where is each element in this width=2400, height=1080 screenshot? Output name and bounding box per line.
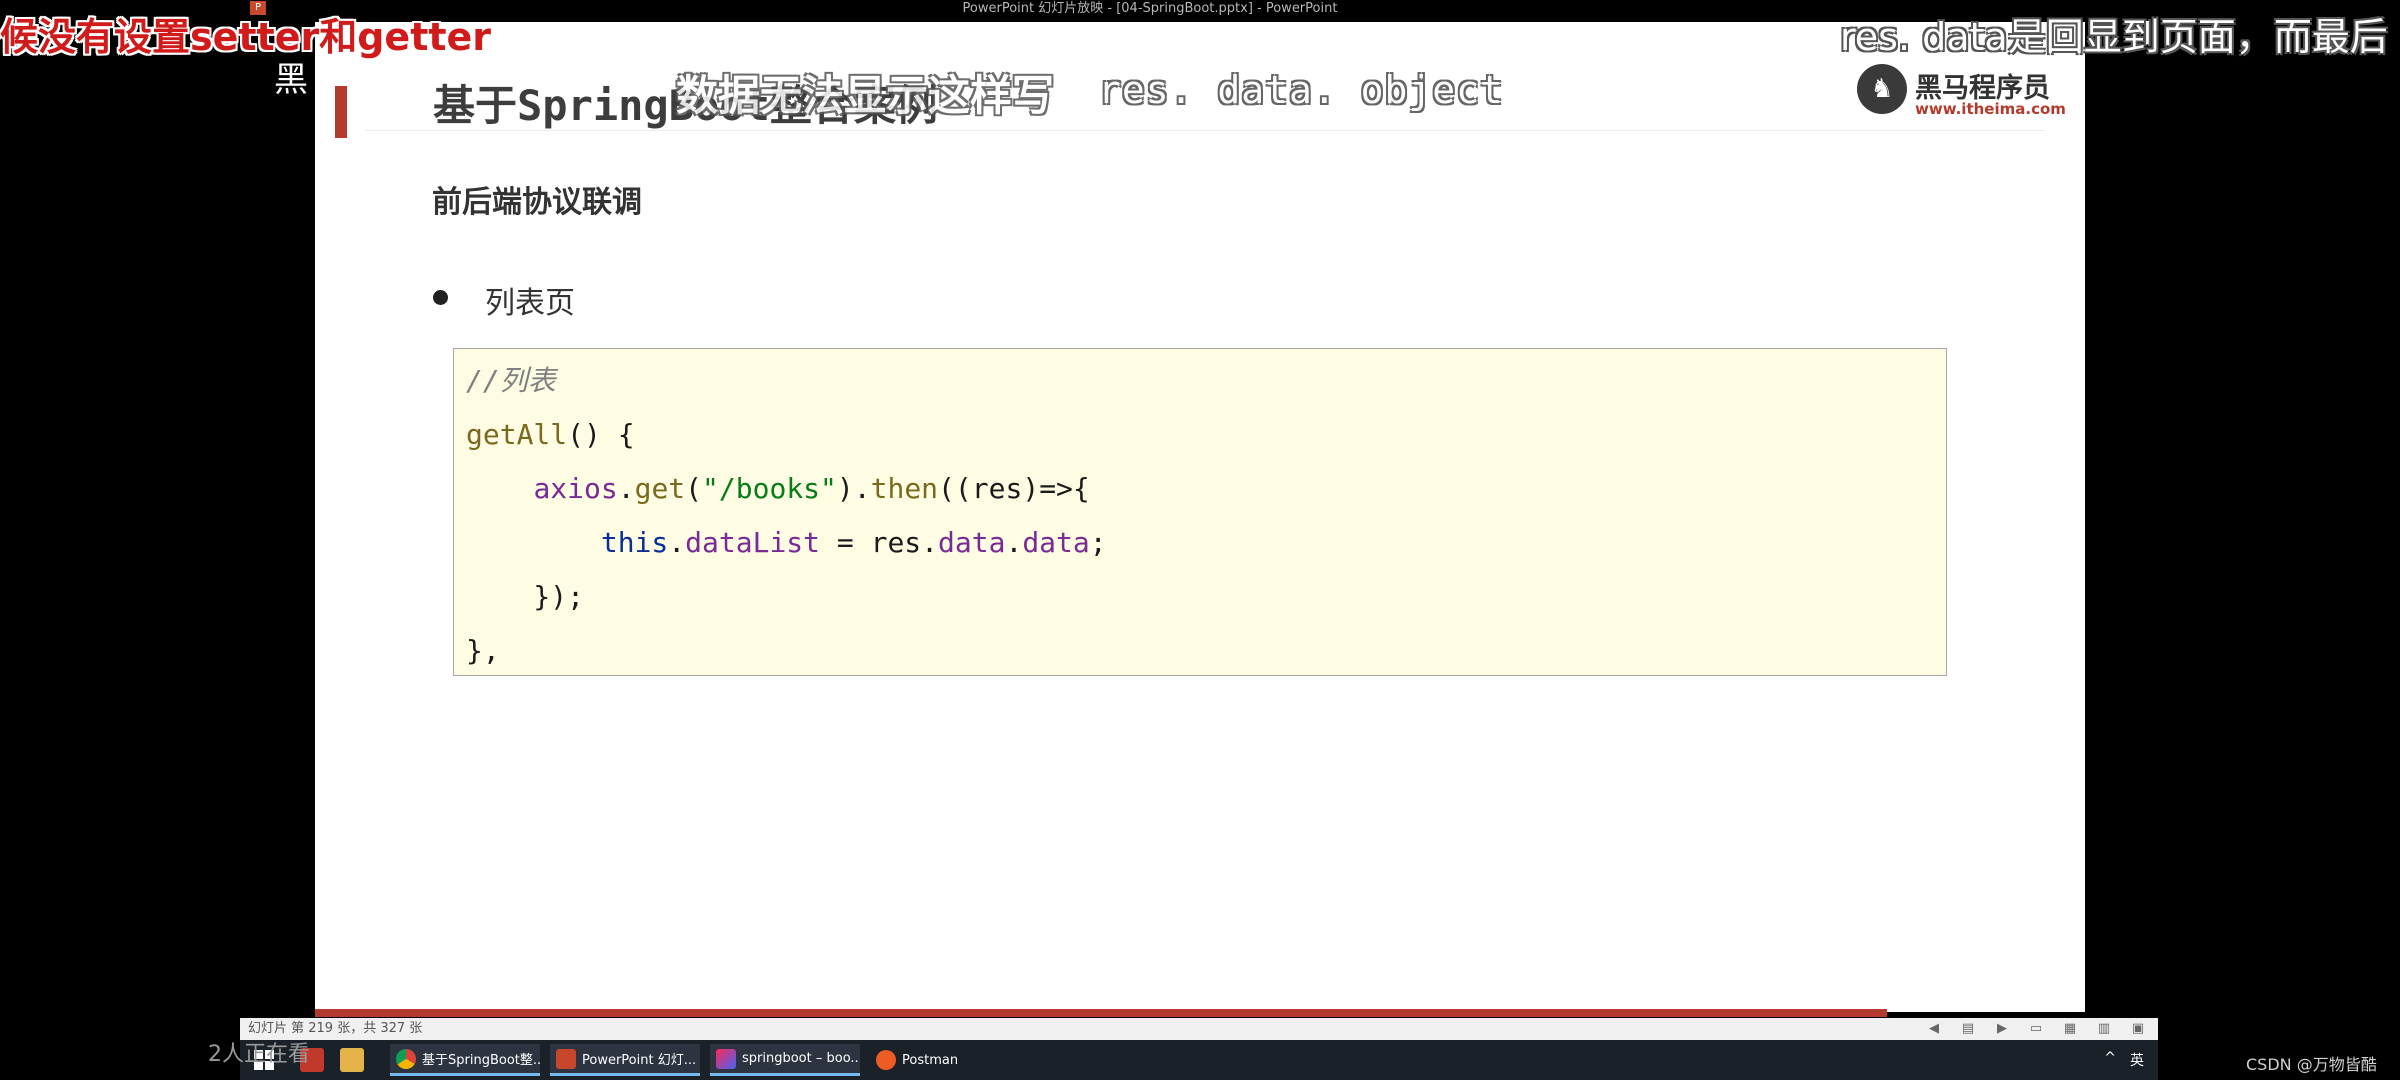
code-block: //列表 getAll() { axios.get("/books").then…: [453, 348, 1947, 676]
taskbar-item-label: Postman: [902, 1052, 959, 1068]
code-token: .: [668, 526, 686, 559]
caption-red: 候没有设置setter和getter: [0, 15, 492, 59]
reading-view-icon[interactable]: ▥: [2096, 1018, 2112, 1040]
taskbar-item-label: 基于SpringBoot整...: [422, 1053, 540, 1068]
code-token: ((res)=>{: [938, 472, 1090, 505]
slideshow-view-icon[interactable]: ▣: [2130, 1018, 2146, 1040]
code-token: then: [870, 472, 939, 505]
code-token: () {: [567, 418, 635, 451]
code-token: get: [634, 472, 686, 505]
code-line-close-then: });: [466, 580, 585, 613]
code-line-getall: getAll() {: [466, 417, 635, 453]
code-token: ).: [836, 472, 871, 505]
chevron-up-icon[interactable]: ^: [2104, 1050, 2116, 1070]
caption-res-data: res. data. object: [1098, 68, 1504, 112]
taskbar-item-intellij[interactable]: springboot – boo...: [710, 1044, 860, 1076]
bullet-text: 列表页: [485, 286, 575, 321]
code-token: (: [685, 472, 703, 505]
slide-progress-bar: [315, 1009, 1887, 1017]
bullet-dot-icon: [433, 290, 448, 305]
windows-taskbar: 基于SpringBoot整... PowerPoint 幻灯... spring…: [240, 1040, 2158, 1080]
input-language[interactable]: 英: [2130, 1050, 2144, 1070]
code-token: dataList: [685, 526, 821, 559]
caption-middle: 数据无法显示这样写: [676, 71, 1055, 120]
viewer-count: 2人正在看: [208, 1042, 310, 1067]
code-token: data: [1022, 526, 1090, 559]
next-slide-icon[interactable]: ▶: [1994, 1018, 2010, 1040]
postman-icon: [876, 1050, 896, 1070]
title-accent-bar: [335, 86, 347, 138]
file-explorer-icon[interactable]: [340, 1048, 364, 1072]
code-token: axios: [533, 472, 618, 505]
code-token: ;: [1089, 526, 1107, 559]
code-line-datalist: this.dataList = res.data.data;: [466, 525, 1107, 561]
code-token: data: [938, 526, 1006, 559]
code-token: this: [600, 526, 669, 559]
previous-slide-icon[interactable]: ◀: [1926, 1018, 1942, 1040]
taskbar-item-label: springboot – boo...: [742, 1051, 860, 1066]
taskbar-item-postman[interactable]: Postman: [870, 1044, 1020, 1076]
slide-sorter-icon[interactable]: ▦: [2062, 1018, 2078, 1040]
code-token: = res.: [820, 526, 939, 559]
code-token: "/books": [702, 472, 837, 505]
code-token: .: [617, 472, 635, 505]
horse-logo-icon: ♞: [1857, 64, 1907, 114]
code-token: .: [1005, 526, 1023, 559]
itheima-logo: ♞ 黑马程序员 www.itheima.com: [1857, 60, 2066, 120]
code-line-comment: //列表: [466, 364, 556, 397]
chrome-icon: [396, 1048, 416, 1069]
slide-menu-icon[interactable]: ▤: [1960, 1018, 1976, 1040]
code-token: getAll: [466, 418, 568, 451]
view-controls: ◀ ▤ ▶ ▭ ▦ ▥ ▣: [1926, 1018, 2146, 1040]
slide-canvas: 基于SpringBoot整合案例 ♞ 黑马程序员 www.itheima.com…: [315, 22, 2085, 1017]
taskbar-item-chrome[interactable]: 基于SpringBoot整...: [390, 1044, 540, 1076]
taskbar-item-powerpoint[interactable]: PowerPoint 幻灯...: [550, 1044, 700, 1076]
code-line-close-fn: },: [466, 634, 500, 667]
logo-url: www.itheima.com: [1915, 100, 2066, 118]
caption-right: res. data是回显到页面，而最后: [1840, 15, 2388, 59]
normal-view-icon[interactable]: ▭: [2028, 1018, 2044, 1040]
taskbar-item-label: PowerPoint 幻灯...: [582, 1053, 697, 1068]
system-tray: ^ 英: [2104, 1050, 2144, 1070]
slide-subtitle: 前后端协议联调: [432, 185, 642, 220]
csdn-watermark: CSDN @万物皆酷: [2246, 1055, 2377, 1074]
code-line-axios: axios.get("/books").then((res)=>{: [466, 471, 1090, 507]
intellij-icon: [716, 1048, 736, 1069]
ppt-statusbar: 幻灯片 第 219 张，共 327 张 ◀ ▤ ▶ ▭ ▦ ▥ ▣: [240, 1018, 2158, 1040]
powerpoint-icon: [556, 1048, 576, 1069]
title-divider: [365, 130, 2045, 131]
caption-left: 黑: [274, 60, 308, 100]
